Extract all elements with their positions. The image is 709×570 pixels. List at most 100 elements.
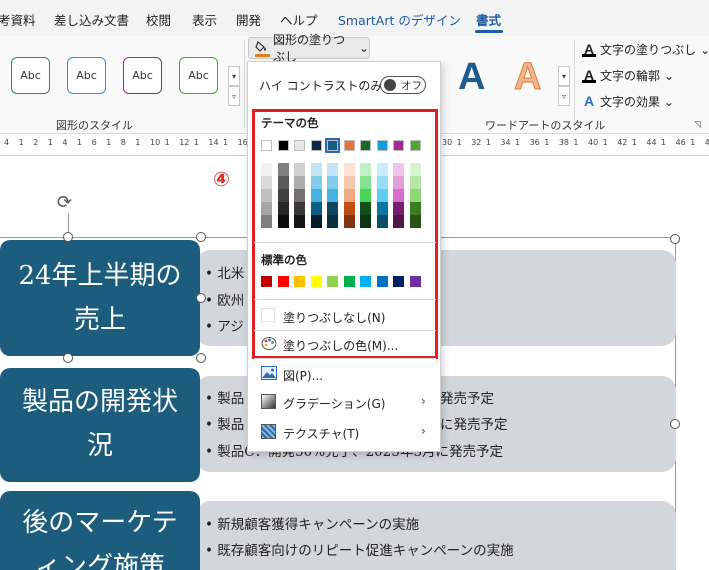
standard-color-swatch[interactable] bbox=[393, 276, 404, 287]
theme-shade-swatch[interactable] bbox=[294, 163, 305, 176]
wordart-style-orange[interactable]: A bbox=[513, 56, 541, 99]
theme-color-swatch[interactable] bbox=[294, 140, 305, 151]
more-fill-colors-item[interactable]: 塗りつぶしの色(M)... bbox=[248, 332, 440, 356]
standard-color-swatch[interactable] bbox=[360, 276, 371, 287]
title-box-3[interactable]: 後のマーケテ ィング施策 bbox=[0, 491, 200, 570]
tab-view[interactable]: 表示 bbox=[192, 10, 217, 29]
theme-shade-swatch[interactable] bbox=[277, 163, 289, 176]
title-box-1[interactable]: 24年上半期の 売上 bbox=[0, 240, 200, 356]
theme-color-swatch[interactable] bbox=[360, 140, 371, 151]
standard-color-swatch[interactable] bbox=[376, 276, 388, 287]
theme-color-swatch[interactable] bbox=[393, 140, 404, 151]
picture-fill-item[interactable]: 図(P)... bbox=[248, 362, 440, 386]
shape-style-2[interactable]: Abc bbox=[67, 57, 106, 94]
theme-shade-swatch[interactable] bbox=[393, 215, 404, 228]
theme-shade-swatch[interactable] bbox=[409, 215, 421, 228]
resize-handle[interactable] bbox=[196, 232, 206, 242]
dialog-launcher-icon[interactable]: ◹ bbox=[694, 120, 701, 130]
theme-shade-swatch[interactable] bbox=[310, 176, 322, 189]
resize-handle[interactable] bbox=[670, 419, 680, 429]
theme-shade-swatch[interactable] bbox=[277, 189, 289, 202]
theme-shade-swatch[interactable] bbox=[327, 189, 338, 202]
standard-color-swatch[interactable] bbox=[409, 276, 421, 287]
resize-handle[interactable] bbox=[63, 353, 73, 363]
theme-shade-swatch[interactable] bbox=[343, 215, 355, 228]
theme-shade-swatch[interactable] bbox=[294, 189, 305, 202]
theme-shade-swatch[interactable] bbox=[327, 202, 338, 215]
text-outline-button[interactable]: A 文字の輪郭 ⌄ bbox=[582, 67, 674, 84]
theme-shade-swatch[interactable] bbox=[376, 163, 388, 176]
tab-review[interactable]: 校閲 bbox=[146, 10, 171, 29]
shape-styles-more-button[interactable]: ▾ bbox=[228, 66, 240, 86]
theme-shade-swatch[interactable] bbox=[376, 202, 388, 215]
standard-color-swatch[interactable] bbox=[294, 276, 305, 287]
theme-shade-swatch[interactable] bbox=[327, 176, 338, 189]
theme-shade-swatch[interactable] bbox=[393, 189, 404, 202]
theme-shade-swatch[interactable] bbox=[277, 215, 289, 228]
tab-mailings[interactable]: 差し込み文書 bbox=[54, 10, 129, 29]
tab-smartart-design[interactable]: SmartArt のデザイン bbox=[338, 10, 461, 29]
standard-color-swatch[interactable] bbox=[261, 276, 272, 287]
shape-fill-button[interactable]: 図形の塗りつぶし ⌄ bbox=[248, 33, 370, 64]
resize-handle[interactable] bbox=[196, 293, 206, 303]
standard-color-swatch[interactable] bbox=[327, 276, 338, 287]
theme-color-swatch[interactable] bbox=[325, 138, 340, 153]
theme-shade-swatch[interactable] bbox=[393, 176, 404, 189]
theme-shade-swatch[interactable] bbox=[360, 176, 371, 189]
shape-style-1[interactable]: Abc bbox=[11, 57, 50, 94]
text-fill-button[interactable]: A 文字の塗りつぶし ⌄ bbox=[582, 41, 709, 58]
resize-handle[interactable] bbox=[196, 353, 206, 363]
theme-shade-swatch[interactable] bbox=[310, 189, 322, 202]
theme-shade-swatch[interactable] bbox=[294, 215, 305, 228]
theme-shade-swatch[interactable] bbox=[261, 176, 272, 189]
theme-color-swatch[interactable] bbox=[310, 140, 322, 151]
standard-color-swatch[interactable] bbox=[343, 276, 355, 287]
rotate-handle-icon[interactable]: ⟳ bbox=[57, 192, 79, 214]
theme-shade-swatch[interactable] bbox=[310, 202, 322, 215]
resize-handle[interactable] bbox=[670, 234, 680, 244]
theme-shade-swatch[interactable] bbox=[343, 202, 355, 215]
theme-shade-swatch[interactable] bbox=[310, 215, 322, 228]
theme-shade-swatch[interactable] bbox=[327, 163, 338, 176]
texture-fill-item[interactable]: テクスチャ(T) › bbox=[248, 420, 440, 444]
theme-shade-swatch[interactable] bbox=[277, 202, 289, 215]
high-contrast-toggle[interactable]: オフ bbox=[380, 76, 426, 94]
title-box-2[interactable]: 製品の開発状 況 bbox=[0, 368, 200, 482]
theme-color-swatch[interactable] bbox=[277, 140, 289, 151]
theme-shade-swatch[interactable] bbox=[360, 163, 371, 176]
resize-handle[interactable] bbox=[63, 232, 73, 242]
theme-shade-swatch[interactable] bbox=[261, 163, 272, 176]
theme-shade-swatch[interactable] bbox=[360, 189, 371, 202]
standard-color-swatch[interactable] bbox=[277, 276, 289, 287]
theme-shade-swatch[interactable] bbox=[409, 189, 421, 202]
theme-shade-swatch[interactable] bbox=[261, 202, 272, 215]
tab-references[interactable]: 考資料 bbox=[0, 10, 36, 29]
text-effects-button[interactable]: A 文字の効果 ⌄ bbox=[582, 93, 674, 110]
theme-color-swatch[interactable] bbox=[261, 140, 272, 151]
theme-color-swatch[interactable] bbox=[376, 140, 388, 151]
theme-shade-swatch[interactable] bbox=[376, 176, 388, 189]
shape-style-4[interactable]: Abc bbox=[179, 57, 218, 94]
theme-shade-swatch[interactable] bbox=[327, 215, 338, 228]
no-fill-item[interactable]: 塗りつぶしなし(N) bbox=[248, 304, 440, 328]
standard-color-swatch[interactable] bbox=[310, 276, 322, 287]
theme-shade-swatch[interactable] bbox=[310, 163, 322, 176]
theme-shade-swatch[interactable] bbox=[360, 215, 371, 228]
gradient-fill-item[interactable]: グラデーション(G) › bbox=[248, 390, 440, 414]
theme-shade-swatch[interactable] bbox=[261, 215, 272, 228]
theme-shade-swatch[interactable] bbox=[360, 202, 371, 215]
wordart-expand-button[interactable]: ▿ bbox=[558, 86, 570, 106]
wordart-style-blue[interactable]: A bbox=[458, 56, 485, 99]
theme-shade-swatch[interactable] bbox=[409, 176, 421, 189]
tab-format[interactable]: 書式 bbox=[476, 10, 501, 29]
theme-shade-swatch[interactable] bbox=[409, 202, 421, 215]
tab-developer[interactable]: 開発 bbox=[236, 10, 261, 29]
content-box-3[interactable] bbox=[196, 501, 676, 570]
theme-shade-swatch[interactable] bbox=[343, 176, 355, 189]
shape-style-3[interactable]: Abc bbox=[123, 57, 162, 94]
tab-help[interactable]: ヘルプ bbox=[280, 10, 318, 29]
theme-shade-swatch[interactable] bbox=[376, 215, 388, 228]
theme-shade-swatch[interactable] bbox=[393, 163, 404, 176]
wordart-more-button[interactable]: ▾ bbox=[558, 66, 570, 86]
theme-shade-swatch[interactable] bbox=[277, 176, 289, 189]
